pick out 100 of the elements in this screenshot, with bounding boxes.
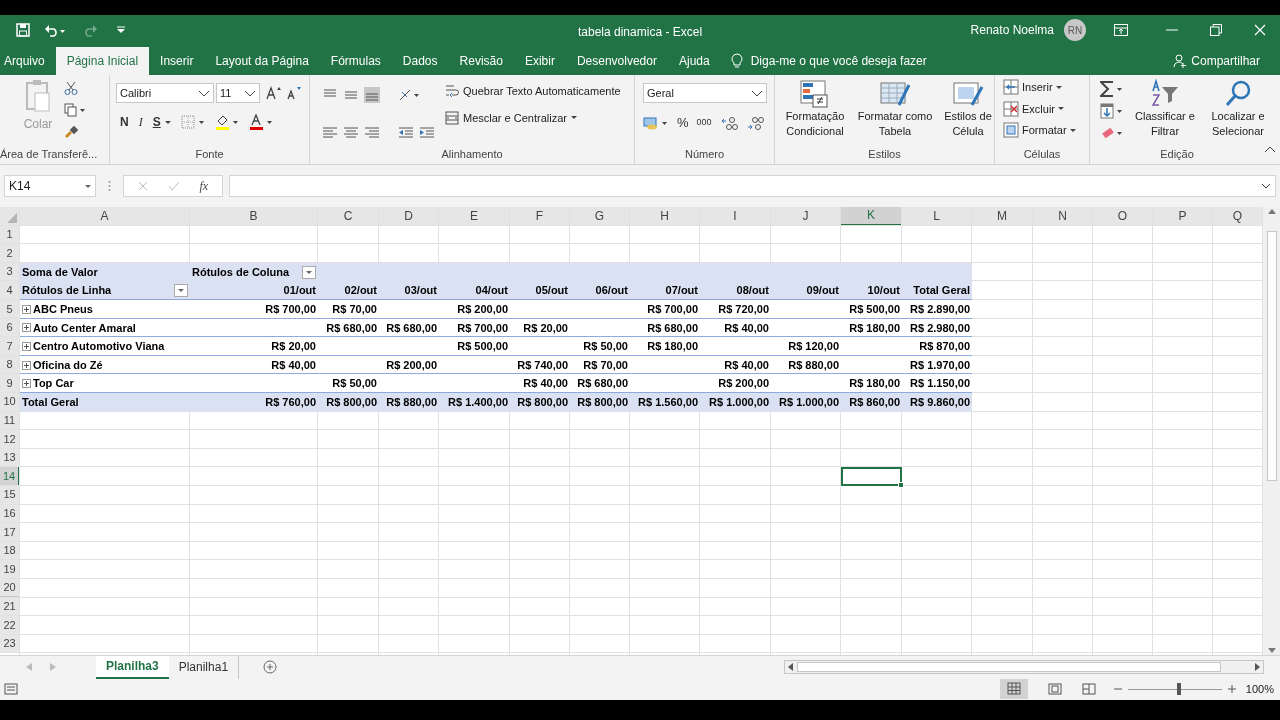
styles-button[interactable]: Estilos de Célula — [941, 109, 995, 139]
thousands-separator-button[interactable]: 000 — [696, 116, 712, 130]
font-size-dropdown[interactable]: 11 — [216, 83, 260, 103]
zoom-slider-thumb[interactable] — [1177, 682, 1182, 695]
ribbon-tab[interactable]: Desenvolvedor — [565, 47, 668, 75]
column-header[interactable]: J — [771, 207, 841, 226]
increase-indent-icon[interactable] — [419, 126, 435, 141]
expand-icon[interactable] — [22, 379, 31, 389]
cells-button[interactable]: Formatar — [1022, 122, 1067, 139]
autosum-icon[interactable] — [1100, 81, 1124, 97]
row-header[interactable]: 7 — [0, 337, 20, 356]
ribbon-tab[interactable]: Fórmulas — [319, 47, 392, 75]
row-header[interactable]: 9 — [0, 374, 20, 393]
styles-button[interactable]: Formatação Condicional — [781, 109, 849, 139]
name-box[interactable]: K14 — [4, 175, 96, 197]
fill-down-icon[interactable] — [1100, 103, 1124, 119]
column-header[interactable]: H — [630, 207, 700, 226]
normal-view-icon[interactable] — [999, 679, 1028, 699]
column-header[interactable]: L — [902, 207, 972, 226]
column-header[interactable]: I — [700, 207, 771, 226]
column-header[interactable]: D — [379, 207, 439, 226]
orientation-icon[interactable] — [398, 87, 420, 102]
scrollbar-thumb[interactable] — [1266, 231, 1277, 481]
decrease-indent-icon[interactable] — [398, 126, 414, 141]
ribbon-tab[interactable]: Layout da Página — [204, 47, 320, 75]
save-icon[interactable] — [16, 23, 30, 37]
ribbon-tab[interactable]: Inserir — [149, 47, 205, 75]
cells-button[interactable]: Excluir — [1022, 100, 1055, 117]
undo-icon[interactable] — [44, 23, 66, 37]
insert-function-button[interactable]: fx — [199, 177, 209, 195]
column-header[interactable]: A — [20, 207, 190, 226]
add-sheet-icon[interactable] — [263, 660, 278, 674]
scroll-right-icon[interactable] — [1253, 663, 1261, 671]
column-header[interactable]: M — [972, 207, 1033, 226]
row-header[interactable]: 4 — [0, 281, 20, 300]
editing-button[interactable]: Localizar e Selecionar — [1206, 109, 1270, 139]
collapse-ribbon-icon[interactable] — [1264, 146, 1276, 153]
paintbrush-icon[interactable] — [64, 125, 78, 139]
scroll-up-icon[interactable] — [1267, 209, 1276, 214]
merge-center-button[interactable]: Mesclar e Centralizar — [463, 109, 567, 126]
ribbon-display-options-icon[interactable] — [1114, 24, 1128, 36]
customize-toolbar-icon[interactable] — [116, 26, 126, 34]
zoom-level[interactable]: 100% — [1245, 680, 1274, 698]
borders-icon[interactable] — [180, 115, 205, 129]
expand-icon[interactable] — [22, 360, 31, 370]
more-options-icon[interactable] — [108, 180, 111, 192]
row-header[interactable]: 22 — [0, 616, 20, 635]
currency-icon[interactable] — [643, 114, 669, 131]
decrease-decimal-icon[interactable] — [745, 115, 764, 130]
filter-dropdown-button[interactable] — [174, 284, 188, 298]
user-avatar[interactable]: RN — [1064, 19, 1086, 41]
row-header[interactable]: 17 — [0, 523, 20, 542]
row-header[interactable]: 12 — [0, 430, 20, 449]
decrease-font-size-icon[interactable] — [286, 86, 302, 100]
selected-cell[interactable] — [841, 467, 902, 486]
row-header[interactable]: 19 — [0, 560, 20, 579]
column-header[interactable]: E — [439, 207, 510, 226]
scroll-left-icon[interactable] — [787, 663, 795, 671]
macro-recording-icon[interactable] — [4, 683, 18, 695]
column-header[interactable]: B — [190, 207, 318, 226]
increase-font-size-icon[interactable] — [266, 86, 282, 100]
column-header[interactable]: P — [1153, 207, 1213, 226]
column-header[interactable]: C — [318, 207, 379, 226]
column-header[interactable]: Q — [1213, 207, 1263, 226]
ribbon-tab[interactable]: Dados — [391, 47, 449, 75]
styles-button[interactable]: Formatar como Tabela — [853, 109, 937, 139]
filter-dropdown-button[interactable] — [302, 265, 316, 279]
bold-button[interactable]: N — [120, 113, 129, 131]
ribbon-tab[interactable]: Ajuda — [667, 47, 721, 75]
wrap-text-button[interactable]: Quebrar Texto Automaticamente — [463, 83, 621, 100]
fill-color-icon[interactable] — [214, 114, 239, 130]
share-button[interactable]: Compartilhar — [1191, 52, 1260, 70]
column-header[interactable]: F — [510, 207, 570, 226]
sheet-tab[interactable]: Planilha3 — [96, 655, 169, 679]
column-header[interactable]: N — [1033, 207, 1093, 226]
column-header[interactable]: K — [841, 207, 902, 226]
italic-button[interactable]: I — [138, 113, 143, 131]
column-header[interactable]: O — [1093, 207, 1153, 226]
horizontal-scrollbar-thumb[interactable] — [797, 662, 1221, 672]
expand-icon[interactable] — [22, 304, 31, 314]
eraser-icon[interactable] — [1100, 125, 1124, 141]
ribbon-tab[interactable]: Revisão — [448, 47, 514, 75]
ribbon-tab[interactable]: Arquivo — [0, 47, 56, 75]
scroll-down-icon[interactable] — [1267, 648, 1276, 653]
editing-button[interactable]: Classificar e Filtrar — [1134, 109, 1196, 139]
copy-icon[interactable] — [64, 103, 86, 117]
number-format-dropdown[interactable]: Geral — [643, 83, 767, 103]
expand-icon[interactable] — [22, 341, 31, 351]
cells-button[interactable]: Inserir — [1022, 79, 1053, 96]
page-layout-icon[interactable] — [1047, 683, 1062, 695]
zoom-in-icon[interactable] — [1227, 685, 1236, 693]
font-name-dropdown[interactable]: Calibri — [116, 83, 214, 103]
increase-decimal-icon[interactable] — [719, 115, 738, 130]
restore-icon[interactable] — [1210, 24, 1222, 36]
chevron-down-icon[interactable] — [1261, 183, 1271, 189]
align-bottom-icon[interactable] — [364, 86, 380, 103]
expand-icon[interactable] — [22, 323, 31, 333]
tell-me-search[interactable]: Diga-me o que você deseja fazer — [750, 52, 927, 70]
column-header[interactable]: G — [570, 207, 630, 226]
row-header[interactable]: 2 — [0, 244, 20, 263]
